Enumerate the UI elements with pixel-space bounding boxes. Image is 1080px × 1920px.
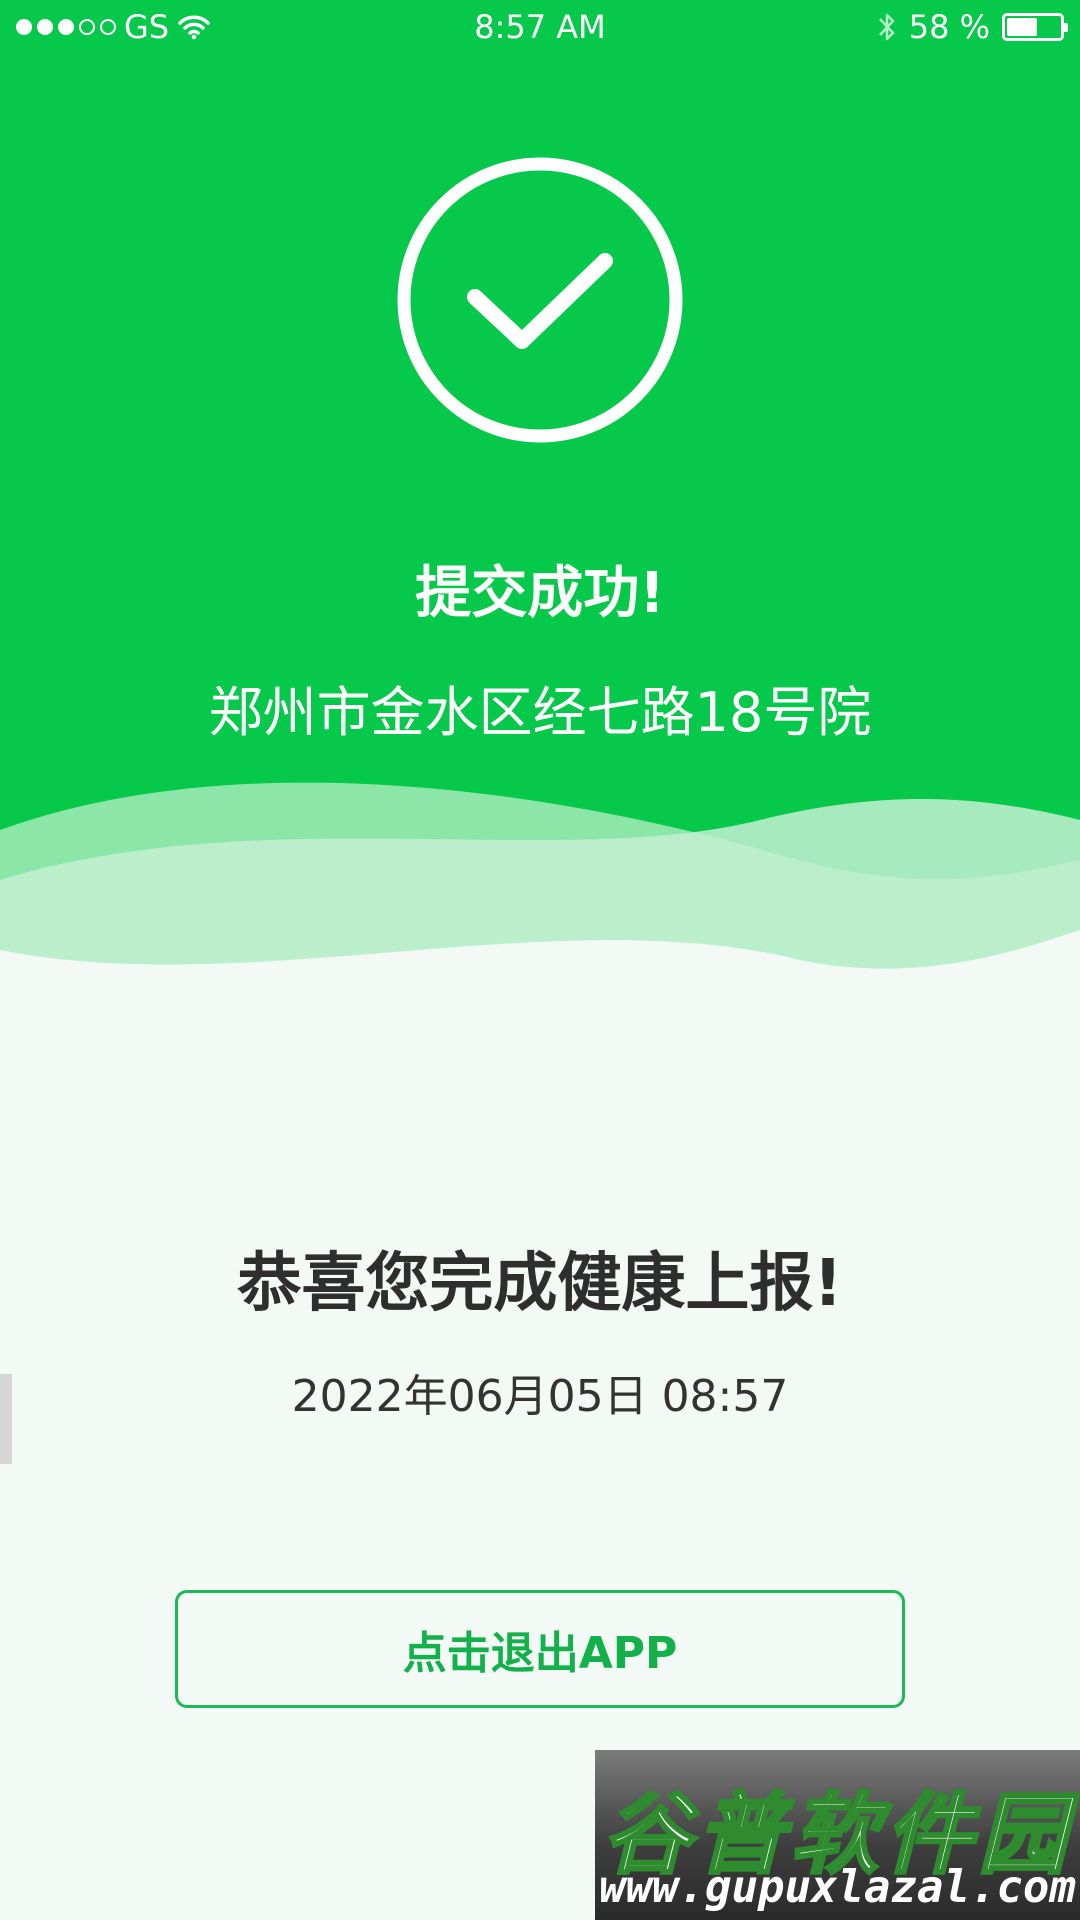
address-text: 郑州市金水区经七路18号院 — [208, 681, 872, 744]
watermark-logo: 谷普软件园 www.gupuxlazal.com — [595, 1750, 1080, 1920]
success-header: GS 8:57 AM 58 % 提交成功! 郑州市金水区经七路18号院 — [0, 0, 1080, 1010]
status-bar: GS 8:57 AM 58 % — [0, 0, 1080, 60]
report-datetime: 2022年06月05日 08:57 — [291, 1371, 789, 1422]
bluetooth-icon — [878, 13, 894, 41]
exit-app-button[interactable]: 点击退出APP — [175, 1590, 905, 1708]
status-right: 58 % — [877, 8, 1068, 46]
check-circle-icon — [397, 157, 683, 443]
success-title: 提交成功! — [415, 561, 665, 626]
battery-fill — [1007, 18, 1037, 36]
watermark-url: www.gupuxlazal.com — [599, 1862, 1076, 1913]
congrats-message: 恭喜您完成健康上报! — [237, 1247, 843, 1321]
battery-percent: 58 % — [908, 8, 990, 46]
battery-icon — [1002, 13, 1068, 41]
wave-decoration — [0, 782, 1080, 1010]
